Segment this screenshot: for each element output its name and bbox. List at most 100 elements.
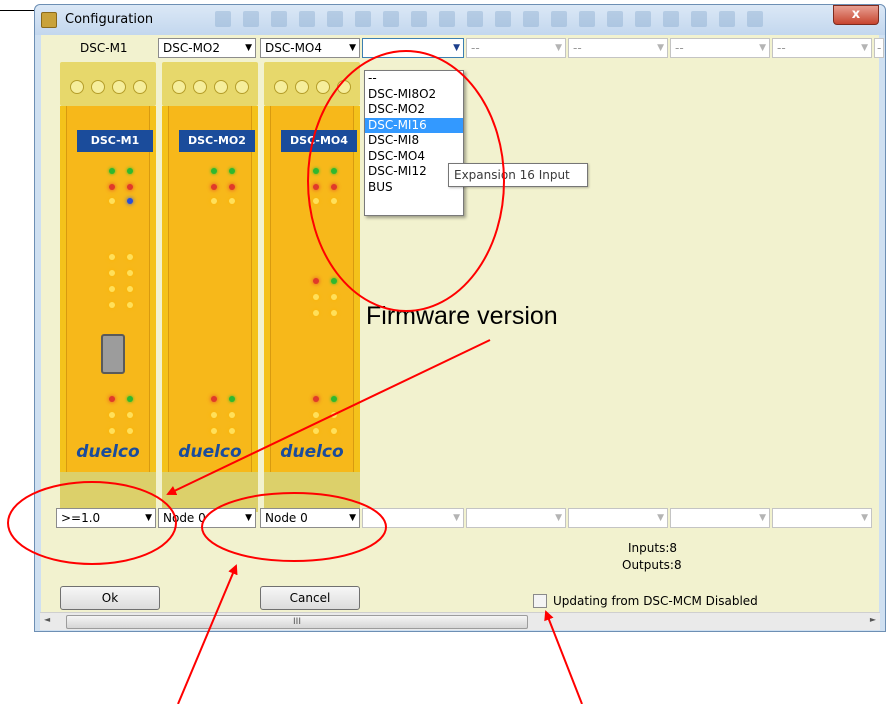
- module-dsc-mo4[interactable]: DSC-MO4 duelco: [264, 62, 360, 512]
- brand-logo: duelco: [76, 442, 140, 462]
- module-select-6[interactable]: -- ▼: [670, 38, 770, 58]
- dropdown-option[interactable]: --: [365, 71, 463, 87]
- dropdown-option[interactable]: DSC-MI8: [365, 133, 463, 149]
- module-select-1[interactable]: DSC-MO2 ▼: [158, 38, 256, 58]
- horizontal-scrollbar[interactable]: ◄ III ►: [40, 612, 880, 630]
- toolbar-icon: [327, 11, 343, 27]
- node-select-4: ▼: [466, 508, 566, 528]
- status-led: [127, 254, 133, 260]
- scroll-right-icon[interactable]: ►: [870, 615, 876, 624]
- terminal-screw: [213, 80, 228, 94]
- dropdown-option[interactable]: DSC-MO2: [365, 102, 463, 118]
- terminal-screw: [90, 80, 105, 94]
- close-button[interactable]: x: [833, 5, 879, 25]
- mcm-update-checkbox[interactable]: [533, 594, 547, 608]
- usb-port-icon: [101, 334, 125, 374]
- brand-logo: duelco: [280, 442, 344, 462]
- status-led: [313, 184, 319, 190]
- toolbar-icon: [663, 11, 679, 27]
- chevron-down-icon: ▼: [245, 513, 252, 523]
- node-select-3: ▼: [362, 508, 464, 528]
- node-select-7: ▼: [772, 508, 872, 528]
- module-select-7[interactable]: -- ▼: [772, 38, 872, 58]
- status-led: [127, 428, 133, 434]
- module-select-5[interactable]: -- ▼: [568, 38, 668, 58]
- status-led: [331, 184, 337, 190]
- module-type-dropdown-list[interactable]: -- DSC-MI8O2 DSC-MO2 DSC-MI16 DSC-MI8 DS…: [364, 70, 464, 216]
- toolbar-icon: [523, 11, 539, 27]
- module-select-3[interactable]: ▼: [362, 38, 464, 58]
- status-led: [331, 428, 337, 434]
- toolbar-icon: [635, 11, 651, 27]
- status-led: [109, 286, 115, 292]
- module-dsc-m1[interactable]: DSC-M1 duelco: [60, 62, 156, 512]
- close-icon: x: [851, 7, 861, 22]
- dropdown-option[interactable]: DSC-MO4: [365, 149, 463, 165]
- module-label: DSC-M1: [77, 130, 153, 152]
- status-led: [127, 184, 133, 190]
- status-led: [313, 198, 319, 204]
- status-led: [127, 270, 133, 276]
- toolbar-icon: [551, 11, 567, 27]
- firmware-select[interactable]: >=1.0 ▼: [56, 508, 156, 528]
- terminal-screw: [69, 80, 84, 94]
- chevron-down-icon: ▼: [349, 43, 356, 53]
- status-led: [109, 428, 115, 434]
- toolbar-icon: [579, 11, 595, 27]
- module-face: DSC-MO2: [168, 106, 255, 472]
- module-label: DSC-MO2: [179, 130, 255, 152]
- status-led: [313, 396, 319, 402]
- scrollbar-thumb[interactable]: III: [66, 615, 528, 629]
- module-dsc-mo2[interactable]: DSC-MO2 duelco: [162, 62, 258, 512]
- dropdown-option[interactable]: DSC-MI8O2: [365, 87, 463, 103]
- terminal-screw: [294, 80, 309, 94]
- status-led: [109, 198, 115, 204]
- toolbar-icon: [383, 11, 399, 27]
- ok-button[interactable]: Ok: [60, 586, 160, 610]
- inputs-count: Inputs:8: [628, 541, 678, 555]
- node-select-2[interactable]: Node 0 ▼: [260, 508, 360, 528]
- status-led: [211, 428, 217, 434]
- mcm-update-checkbox-label[interactable]: Updating from DSC-MCM Disabled: [553, 594, 758, 608]
- title-bar[interactable]: Configuration x: [35, 5, 885, 35]
- dropdown-option-selected[interactable]: DSC-MI16: [365, 117, 463, 133]
- status-led: [331, 278, 337, 284]
- toolbar-icon: [467, 11, 483, 27]
- module-terminal-bottom: [162, 472, 258, 512]
- module-select-2[interactable]: DSC-MO4 ▼: [260, 38, 360, 58]
- status-led: [313, 428, 319, 434]
- status-led: [229, 428, 235, 434]
- status-led: [229, 184, 235, 190]
- scroll-left-icon[interactable]: ◄: [44, 615, 50, 624]
- status-led: [313, 412, 319, 418]
- module-select-value: DSC-MO4: [265, 41, 322, 55]
- main-module-label: DSC-M1: [80, 41, 128, 55]
- status-led: [229, 198, 235, 204]
- module-select-4[interactable]: -- ▼: [466, 38, 566, 58]
- chevron-down-icon: ▼: [349, 513, 356, 523]
- screenshot-stage: Configuration x DSC-M1 DSC-MO2 ▼ DSC-MO4…: [0, 0, 886, 704]
- terminal-screw: [132, 80, 147, 94]
- chevron-down-icon: ▼: [555, 43, 562, 53]
- chevron-down-icon: ▼: [245, 43, 252, 53]
- module-select-8[interactable]: --: [874, 38, 884, 58]
- chevron-down-icon: ▼: [453, 43, 460, 53]
- chevron-down-icon: ▼: [453, 513, 460, 523]
- module-face: DSC-MO4: [270, 106, 357, 472]
- chevron-down-icon: ▼: [657, 43, 664, 53]
- module-body: DSC-M1 duelco: [60, 106, 156, 472]
- app-icon: [41, 12, 57, 28]
- terminal-screw: [171, 80, 186, 94]
- module-terminal-top: [162, 62, 258, 106]
- terminal-screw: [234, 80, 249, 94]
- background-toolbar: [215, 11, 815, 29]
- cancel-button[interactable]: Cancel: [260, 586, 360, 610]
- node-select-1[interactable]: Node 0 ▼: [158, 508, 256, 528]
- toolbar-icon: [271, 11, 287, 27]
- brand-logo: duelco: [178, 442, 242, 462]
- node-select-6: ▼: [670, 508, 770, 528]
- module-select-value: --: [777, 41, 786, 55]
- status-led: [229, 396, 235, 402]
- status-led: [109, 302, 115, 308]
- status-led: [331, 412, 337, 418]
